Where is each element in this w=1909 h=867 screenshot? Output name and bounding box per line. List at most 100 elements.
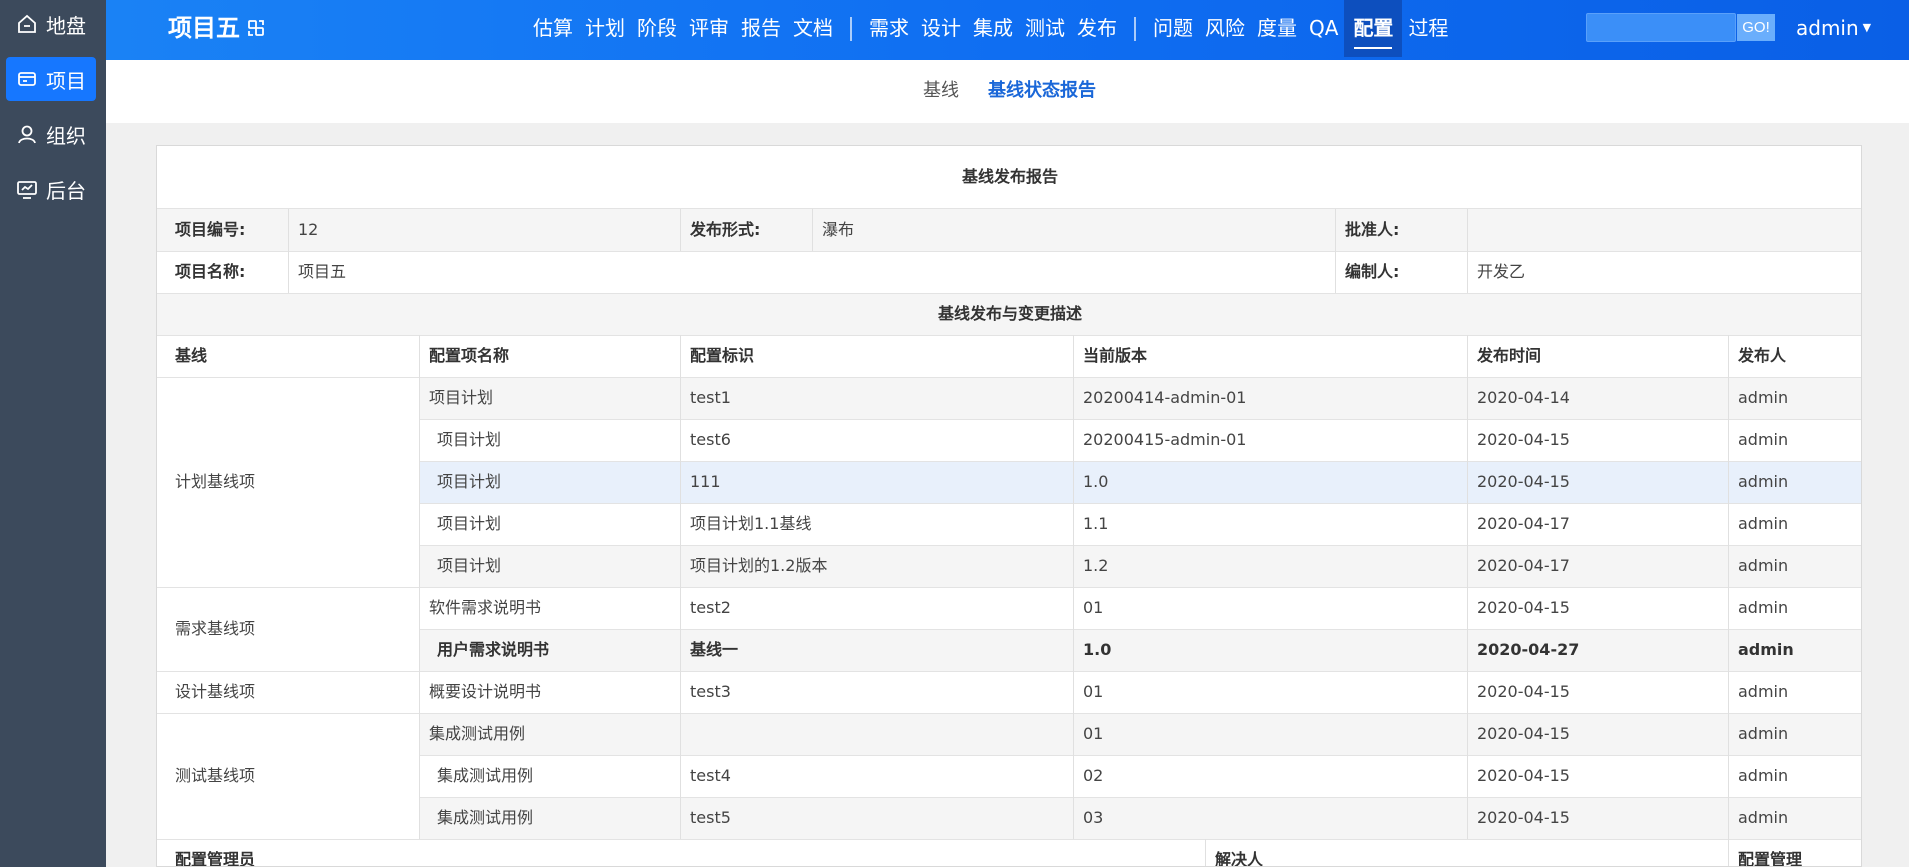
sidebar-item-label: 地盘 (46, 13, 86, 38)
date-cell: 2020-04-15 (1477, 808, 1570, 827)
version-cell: 01 (1083, 598, 1104, 617)
nav-document[interactable]: 文档 (787, 0, 839, 57)
tab-baseline-status-report[interactable]: 基线状态报告 (988, 78, 1096, 104)
project-no-label: 项目编号: (175, 220, 246, 239)
release-form-value: 瀑布 (822, 220, 855, 239)
group-cell-test: 测试基线项 (175, 766, 256, 785)
publisher-cell: admin (1738, 472, 1789, 491)
config-id-cell: 项目计划1.1基线 (690, 514, 812, 533)
column-header-date: 发布时间 (1477, 346, 1542, 365)
date-cell: 2020-04-14 (1477, 388, 1570, 407)
version-cell: 1.0 (1083, 472, 1109, 491)
monitor-icon (16, 178, 38, 200)
version-cell: 20200415-admin-01 (1083, 430, 1247, 449)
version-cell: 02 (1083, 766, 1104, 785)
nav-metric[interactable]: 度量 (1251, 0, 1303, 57)
publisher-cell: admin (1738, 556, 1789, 575)
nav-release[interactable]: 发布 (1071, 0, 1123, 57)
go-button[interactable]: GO! (1737, 14, 1775, 41)
group-cell-plan: 计划基线项 (175, 472, 256, 491)
config-id-cell: test6 (690, 430, 731, 449)
sidebar-item-label: 组织 (46, 123, 86, 148)
baseline-report: 基线发布报告 项目编号: 12 发布形式: 瀑布 批准人: 项目名称: 项目五 … (156, 145, 1862, 867)
sidebar-item-home[interactable]: 地盘 (6, 2, 96, 46)
config-id-cell: test4 (690, 766, 731, 785)
approver-value (1467, 209, 1861, 251)
search-input[interactable] (1586, 13, 1736, 42)
version-cell: 01 (1083, 724, 1104, 743)
item-name-cell: 软件需求说明书 (429, 598, 542, 617)
config-id-cell (680, 713, 1073, 755)
date-cell: 2020-04-15 (1477, 766, 1570, 785)
column-header-baseline: 基线 (175, 346, 208, 365)
footer-config-management-label: 配置管理 (1738, 850, 1803, 867)
publisher-cell: admin (1738, 514, 1789, 533)
group-cell-design: 设计基线项 (175, 682, 256, 701)
version-cell: 1.0 (1083, 640, 1112, 659)
project-name-value: 项目五 (298, 262, 347, 281)
item-name-cell: 集成测试用例 (437, 808, 534, 827)
date-cell: 2020-04-15 (1477, 598, 1570, 617)
nav-requirement[interactable]: 需求 (863, 0, 915, 57)
item-name-cell: 项目计划 (437, 472, 502, 491)
nav-design[interactable]: 设计 (915, 0, 967, 57)
item-name-cell: 集成测试用例 (429, 724, 526, 743)
publisher-cell: admin (1738, 724, 1789, 743)
nav-review[interactable]: 评审 (683, 0, 735, 57)
nav-integration[interactable]: 集成 (967, 0, 1019, 57)
date-cell: 2020-04-17 (1477, 514, 1570, 533)
tab-baseline[interactable]: 基线 (923, 78, 959, 104)
date-cell: 2020-04-15 (1477, 472, 1570, 491)
nav-risk[interactable]: 风险 (1199, 0, 1251, 57)
nav-divider (1134, 16, 1136, 41)
nav-report[interactable]: 报告 (735, 0, 787, 57)
column-header-version: 当前版本 (1083, 346, 1148, 365)
editor-value: 开发乙 (1477, 262, 1526, 281)
config-id-cell: 基线一 (690, 640, 739, 659)
item-name-cell: 集成测试用例 (437, 766, 534, 785)
publisher-cell: admin (1738, 808, 1789, 827)
nav-divider (850, 16, 852, 41)
sidebar-item-organization[interactable]: 组织 (6, 112, 96, 156)
username: admin (1796, 16, 1859, 40)
nav-plan[interactable]: 计划 (579, 0, 631, 57)
version-cell: 1.2 (1083, 556, 1109, 575)
sub-nav: 基线 基线状态报告 (106, 60, 1909, 123)
date-cell: 2020-04-15 (1477, 682, 1570, 701)
sidebar-item-project[interactable]: 项目 (6, 57, 96, 101)
chevron-down-icon: ▼ (1862, 21, 1872, 34)
nav-qa[interactable]: QA (1303, 0, 1344, 57)
publisher-cell: admin (1738, 598, 1789, 617)
sidebar-item-label: 后台 (46, 178, 86, 203)
sidebar-item-admin[interactable]: 后台 (6, 167, 96, 211)
user-menu[interactable]: admin ▼ (1796, 14, 1871, 42)
nav-config[interactable]: 配置 (1344, 0, 1403, 57)
user-icon (16, 123, 38, 145)
footer-resolver-label: 解决人 (1215, 850, 1264, 867)
project-name-label: 项目名称: (175, 262, 246, 281)
item-name-cell: 项目计划 (437, 556, 502, 575)
column-header-config-id: 配置标识 (690, 346, 755, 365)
publisher-cell: admin (1738, 388, 1789, 407)
nav-test[interactable]: 测试 (1019, 0, 1071, 57)
config-id-cell: 项目计划的1.2版本 (690, 556, 828, 575)
nav-process[interactable]: 过程 (1402, 0, 1454, 57)
nav-issue[interactable]: 问题 (1147, 0, 1199, 57)
switch-project-icon[interactable] (246, 18, 266, 38)
publisher-cell: admin (1738, 430, 1789, 449)
approver-label: 批准人: (1345, 220, 1400, 239)
config-id-cell: test3 (690, 682, 731, 701)
version-cell: 01 (1083, 682, 1104, 701)
item-name-cell: 概要设计说明书 (429, 682, 542, 701)
nav-stage[interactable]: 阶段 (631, 0, 683, 57)
date-cell: 2020-04-15 (1477, 430, 1570, 449)
report-title: 基线发布报告 (961, 167, 1058, 186)
item-name-cell: 项目计划 (429, 388, 494, 407)
version-cell: 20200414-admin-01 (1083, 388, 1247, 407)
nav-estimate[interactable]: 估算 (527, 0, 579, 57)
column-header-publisher: 发布人 (1738, 346, 1787, 365)
section-title: 基线发布与变更描述 (937, 304, 1082, 323)
project-title: 项目五 (168, 14, 240, 42)
column-header-item-name: 配置项名称 (429, 346, 510, 365)
home-icon (16, 13, 38, 35)
